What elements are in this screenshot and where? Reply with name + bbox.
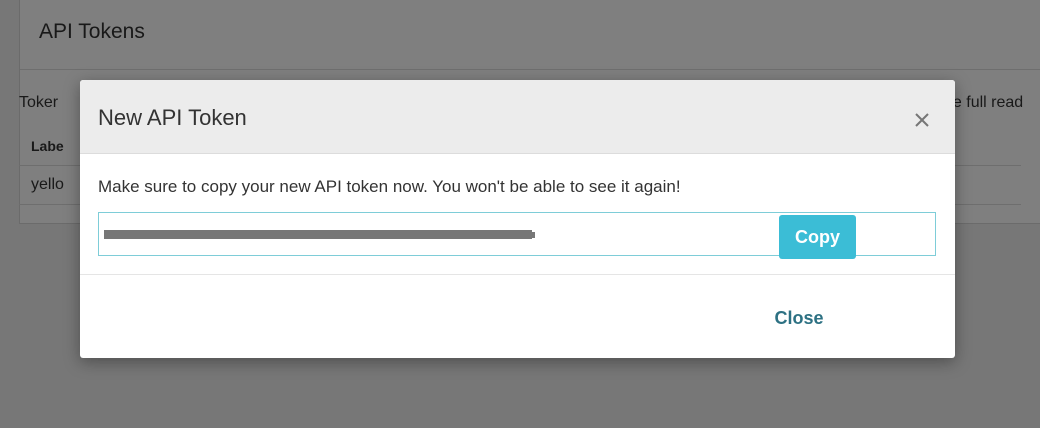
copy-warning-message: Make sure to copy your new API token now… bbox=[98, 177, 681, 196]
close-icon[interactable] bbox=[910, 108, 934, 132]
copy-button[interactable]: Copy bbox=[779, 215, 856, 259]
token-redaction-end bbox=[529, 232, 535, 238]
modal-footer: Close bbox=[80, 275, 955, 358]
close-button[interactable]: Close bbox=[760, 296, 838, 340]
modal-title: New API Token bbox=[98, 105, 247, 130]
modal-header: New API Token bbox=[80, 80, 955, 154]
token-redaction-bar bbox=[104, 230, 532, 239]
